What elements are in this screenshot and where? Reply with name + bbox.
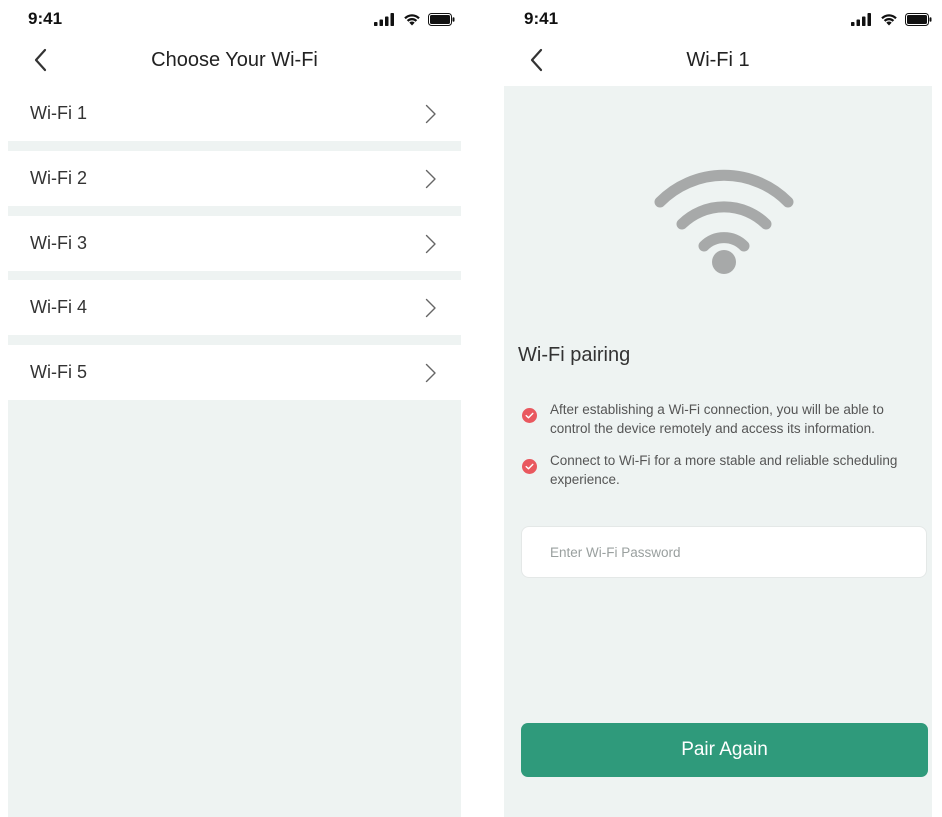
- chevron-right-icon: [425, 169, 436, 189]
- status-icons: [374, 13, 455, 26]
- wifi-pairing-screen: 9:41 Wi-Fi 1 Wi-Fi pairing After establi…: [504, 0, 932, 817]
- cellular-signal-icon: [851, 13, 871, 26]
- wifi-network-label: Wi-Fi 3: [30, 233, 87, 253]
- info-text: After establishing a Wi-Fi connection, y…: [550, 402, 884, 436]
- info-bullet-1: After establishing a Wi-Fi connection, y…: [522, 400, 917, 438]
- battery-icon: [428, 13, 455, 26]
- page-title: Wi-Fi 1: [686, 49, 750, 71]
- wifi-network-label: Wi-Fi 2: [30, 168, 87, 188]
- chevron-right-icon: [425, 104, 436, 124]
- wifi-network-label: Wi-Fi 5: [30, 362, 87, 382]
- chevron-right-icon: [425, 234, 436, 254]
- wifi-list-item-2[interactable]: Wi-Fi 2: [8, 151, 461, 206]
- pair-again-button[interactable]: Pair Again: [521, 723, 928, 777]
- checkmark-icon: [522, 459, 537, 474]
- wifi-list-item-4[interactable]: Wi-Fi 4: [8, 280, 461, 335]
- pairing-panel: Wi-Fi pairing After establishing a Wi-Fi…: [504, 86, 932, 817]
- nav-bar: Choose Your Wi-Fi: [8, 40, 461, 86]
- status-time: 9:41: [28, 9, 63, 28]
- wifi-list-item-5[interactable]: Wi-Fi 5: [8, 345, 461, 400]
- wifi-signal-icon: [654, 169, 794, 274]
- page-title: Choose Your Wi-Fi: [151, 49, 318, 71]
- wifi-status-icon: [404, 14, 420, 26]
- checkmark-icon: [522, 408, 537, 423]
- info-text: Connect to Wi-Fi for a more stable and r…: [550, 453, 898, 487]
- cellular-signal-icon: [374, 13, 394, 26]
- status-icons: [851, 13, 932, 26]
- status-bar: 9:41: [504, 0, 932, 40]
- wifi-status-icon: [881, 14, 897, 26]
- section-title: Wi-Fi pairing: [518, 344, 631, 366]
- chevron-right-icon: [425, 363, 436, 383]
- wifi-password-input[interactable]: [521, 526, 927, 578]
- wifi-list: Wi-Fi 1 Wi-Fi 2 Wi-Fi 3 Wi-Fi 4 Wi-Fi 5: [8, 86, 461, 817]
- status-time: 9:41: [524, 9, 559, 28]
- wifi-list-item-3[interactable]: Wi-Fi 3: [8, 216, 461, 271]
- status-bar: 9:41: [8, 0, 461, 40]
- battery-icon: [905, 13, 932, 26]
- wifi-network-label: Wi-Fi 4: [30, 297, 87, 317]
- chevron-right-icon: [425, 298, 436, 318]
- wifi-list-screen: 9:41 Choose Your Wi-Fi Wi-Fi 1 Wi-Fi 2 W…: [8, 0, 461, 817]
- wifi-network-label: Wi-Fi 1: [30, 103, 87, 123]
- nav-bar: Wi-Fi 1: [504, 40, 932, 86]
- info-bullet-2: Connect to Wi-Fi for a more stable and r…: [522, 451, 917, 489]
- wifi-list-item-1[interactable]: Wi-Fi 1: [8, 86, 461, 141]
